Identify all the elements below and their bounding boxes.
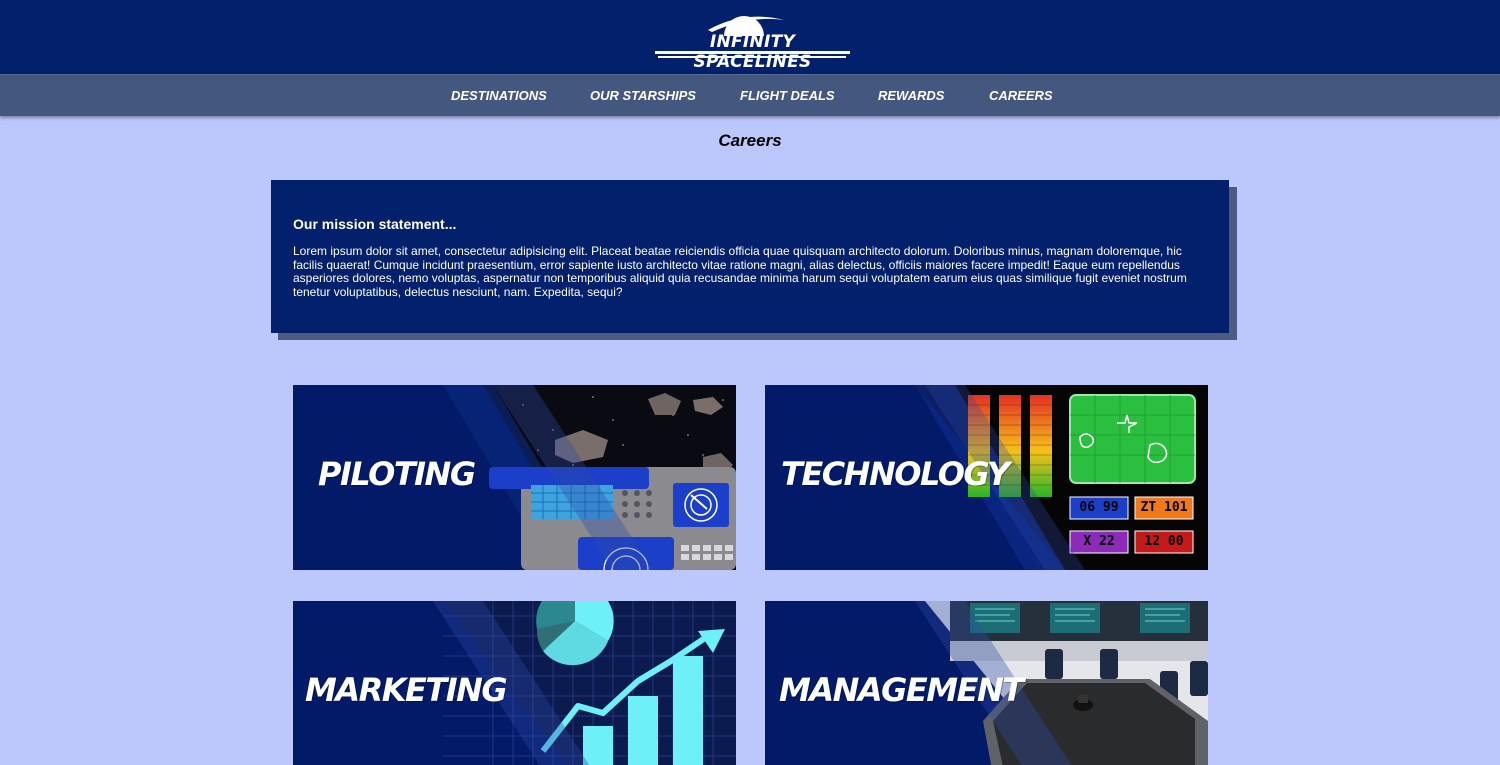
career-card-management[interactable]: MANAGEMENT xyxy=(765,601,1208,765)
career-card-technology[interactable]: 06 99 ZT 101 X 22 12 00 TECHNOLOGY xyxy=(765,385,1208,570)
page-title: Careers xyxy=(718,131,782,150)
infinity-spacelines-logo[interactable]: INFINITY SPACELINES xyxy=(650,10,855,72)
readout-2: ZT 101 xyxy=(1140,500,1188,515)
site-header: INFINITY SPACELINES xyxy=(0,0,1500,74)
nav-item-flight-deals[interactable]: FLIGHT DEALS xyxy=(740,88,835,103)
nav-item-our-starships[interactable]: OUR STARSHIPS xyxy=(590,88,696,103)
readout-1: 06 99 xyxy=(1079,500,1119,515)
logo-text: INFINITY SPACELINES xyxy=(693,32,812,72)
mission-heading: Our mission statement... xyxy=(293,216,457,232)
card-label-piloting: PILOTING xyxy=(318,455,476,493)
readout-3: X 22 xyxy=(1083,534,1115,549)
card-label-technology: TECHNOLOGY xyxy=(781,455,1010,493)
readout-4: 12 00 xyxy=(1144,534,1184,549)
card-label-marketing: MARKETING xyxy=(305,671,508,709)
card-label-management: MANAGEMENT xyxy=(779,671,1024,709)
mission-body: Lorem ipsum dolor sit amet, consectetur … xyxy=(293,244,1187,299)
mission-card: Our mission statement... Lorem ipsum dol… xyxy=(271,180,1229,333)
nav-item-destinations[interactable]: DESTINATIONS xyxy=(451,88,547,103)
career-card-marketing[interactable]: MARKETING xyxy=(293,601,736,765)
career-card-piloting[interactable]: PILOTING xyxy=(293,385,736,570)
nav-item-rewards[interactable]: REWARDS xyxy=(878,88,944,103)
main-nav: DESTINATIONS OUR STARSHIPS FLIGHT DEALS … xyxy=(0,74,1500,116)
nav-item-careers[interactable]: CAREERS xyxy=(989,88,1053,103)
